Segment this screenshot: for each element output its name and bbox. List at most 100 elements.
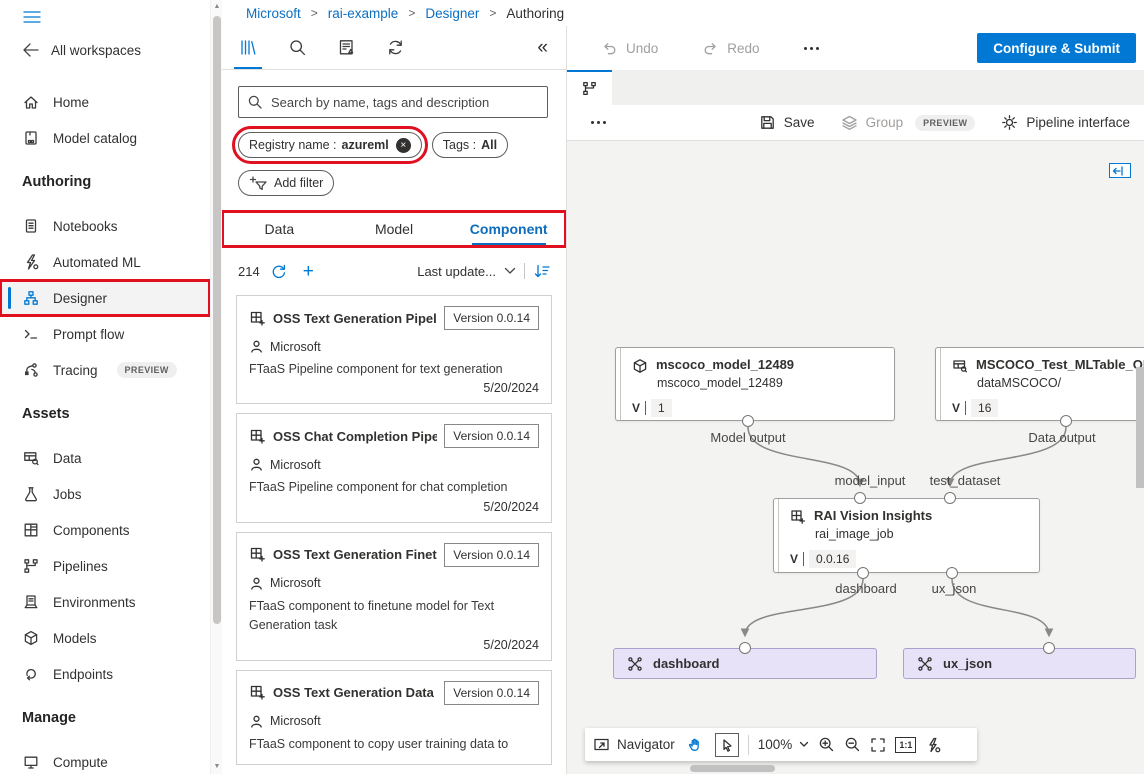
- sidebar-item-jobs[interactable]: Jobs: [0, 476, 210, 512]
- port-uxjson-node[interactable]: [1043, 642, 1055, 654]
- registry-filter-pill[interactable]: Registry name : azureml ×: [238, 132, 422, 158]
- breadcrumb-designer[interactable]: Designer: [425, 6, 479, 21]
- gear-icon: [1001, 114, 1018, 131]
- sort-by-label[interactable]: Last update...: [417, 264, 496, 279]
- hamburger-menu-icon[interactable]: [0, 0, 210, 26]
- add-filter-button[interactable]: Add filter: [238, 170, 334, 196]
- search-tab-icon[interactable]: [286, 34, 309, 61]
- sidebar-item-pipelines[interactable]: Pipelines: [0, 548, 210, 584]
- tab-component[interactable]: Component: [451, 211, 566, 247]
- node-mscoco-test-data[interactable]: MSCOCO_Test_MLTable_OD18 dataMSCOCO/ V16: [935, 347, 1144, 421]
- component-title: OSS Text Generation Pipeline: [273, 311, 437, 326]
- sidebar-item-environments[interactable]: Environments: [0, 584, 210, 620]
- group-button[interactable]: Group: [841, 114, 904, 131]
- component-card[interactable]: OSS Text Generation Finetune Version 0.0…: [236, 532, 552, 661]
- sidebar-item-label: Home: [53, 95, 89, 110]
- pipeline-tab[interactable]: [567, 70, 612, 105]
- node-uxjson-output[interactable]: ux_json: [903, 648, 1136, 679]
- results-row: 214 + Last update...: [238, 257, 550, 285]
- port-label-model-output: Model output: [710, 430, 785, 445]
- select-tool-icon[interactable]: [715, 733, 739, 757]
- data-icon: [22, 449, 40, 467]
- port-data-output[interactable]: [1060, 415, 1072, 427]
- sidebar-scrollbar[interactable]: ▲ ▼: [210, 0, 222, 774]
- asset-search[interactable]: [238, 86, 548, 118]
- sidebar-item-data[interactable]: Data: [0, 440, 210, 476]
- zoom-level-dropdown[interactable]: 100%: [758, 737, 810, 752]
- breadcrumb-microsoft[interactable]: Microsoft: [246, 6, 301, 21]
- port-dashboard[interactable]: [857, 567, 869, 579]
- port-model-input[interactable]: [854, 492, 866, 504]
- redo-button[interactable]: Redo: [702, 40, 759, 56]
- port-dashboard-node[interactable]: [739, 642, 751, 654]
- remove-filter-icon[interactable]: ×: [396, 138, 411, 153]
- auto-layout-icon[interactable]: [925, 737, 941, 753]
- tags-filter-pill[interactable]: Tags : All: [432, 132, 508, 158]
- component-card[interactable]: OSS Text Generation Pipeline Version 0.0…: [236, 295, 552, 404]
- node-mscoco-model[interactable]: mscoco_model_12489 mscoco_model_12489 V1: [615, 347, 895, 421]
- navigator-button[interactable]: Navigator: [593, 737, 675, 752]
- horizontal-scrollbar-thumb[interactable]: [690, 765, 775, 772]
- sidebar-item-compute[interactable]: Compute: [0, 744, 210, 774]
- more-options-icon[interactable]: [804, 47, 819, 50]
- all-workspaces-link[interactable]: All workspaces: [0, 34, 210, 66]
- actual-size-button[interactable]: 1:1: [895, 737, 916, 753]
- sidebar-item-components[interactable]: Components: [0, 512, 210, 548]
- open-right-panel-icon[interactable]: [1109, 163, 1131, 178]
- tab-data[interactable]: Data: [222, 211, 337, 247]
- zoom-level-value: 100%: [758, 737, 793, 752]
- configure-submit-button[interactable]: Configure & Submit: [977, 33, 1136, 63]
- refresh-tab-icon[interactable]: [384, 34, 407, 61]
- undo-button[interactable]: Undo: [601, 40, 658, 56]
- asset-library-tab-icon[interactable]: [236, 34, 260, 61]
- sidebar-item-models[interactable]: Models: [0, 620, 210, 656]
- search-input[interactable]: [271, 95, 539, 110]
- tags-filter-value: All: [481, 138, 497, 152]
- draft-validate-tab-icon[interactable]: [335, 34, 358, 61]
- layers-icon: [841, 114, 858, 131]
- left-nav: All workspaces Home Model catalog Author…: [0, 0, 210, 774]
- port-ux-json[interactable]: [946, 567, 958, 579]
- sidebar-item-automated-ml[interactable]: Automated ML: [0, 244, 210, 280]
- active-indicator: [8, 287, 11, 309]
- node-title: RAI Vision Insights: [814, 508, 932, 523]
- port-model-output[interactable]: [742, 415, 754, 427]
- sidebar-item-endpoints[interactable]: Endpoints: [0, 656, 210, 692]
- pipelines-icon: [22, 557, 40, 575]
- more-options-icon[interactable]: [591, 121, 606, 124]
- tags-filter-label: Tags :: [443, 138, 476, 152]
- chevron-down-icon[interactable]: [504, 267, 516, 275]
- pipeline-interface-button[interactable]: Pipeline interface: [1001, 114, 1130, 131]
- sidebar-item-tracing[interactable]: Tracing PREVIEW: [0, 352, 210, 388]
- zoom-out-icon[interactable]: [844, 736, 861, 753]
- sidebar-item-prompt-flow[interactable]: Prompt flow: [0, 316, 210, 352]
- scrollbar-thumb[interactable]: [213, 16, 221, 624]
- sidebar-item-notebooks[interactable]: Notebooks: [0, 208, 210, 244]
- port-test-dataset[interactable]: [944, 492, 956, 504]
- zoom-in-icon[interactable]: [818, 736, 835, 753]
- sidebar-item-designer[interactable]: Designer: [0, 280, 210, 316]
- pipeline-canvas[interactable]: mscoco_model_12489 mscoco_model_12489 V1…: [567, 141, 1144, 774]
- fit-to-screen-icon[interactable]: [870, 737, 886, 753]
- component-description: FTaaS Pipeline component for chat comple…: [249, 478, 539, 497]
- sort-order-icon[interactable]: [533, 263, 550, 279]
- vertical-scrollbar-thumb[interactable]: [1136, 367, 1144, 488]
- sidebar-item-home[interactable]: Home: [0, 84, 210, 120]
- collapse-panel-icon[interactable]: «: [537, 37, 548, 59]
- add-component-icon[interactable]: +: [303, 262, 314, 281]
- canvas-footer-toolbar: Navigator 100%: [585, 728, 977, 761]
- sidebar-item-model-catalog[interactable]: Model catalog: [0, 120, 210, 156]
- node-subtitle: rai_image_job: [815, 527, 1029, 541]
- component-card[interactable]: OSS Chat Completion Pipeline Version 0.0…: [236, 413, 552, 522]
- node-title: mscoco_model_12489: [656, 357, 794, 372]
- component-date: 5/20/2024: [249, 638, 539, 652]
- breadcrumb-rai-example[interactable]: rai-example: [328, 6, 399, 21]
- node-rai-vision-insights[interactable]: RAI Vision Insights rai_image_job V0.0.1…: [773, 498, 1040, 573]
- refresh-results-icon[interactable]: [270, 263, 287, 280]
- component-card[interactable]: OSS Text Generation Data Im... Version 0…: [236, 670, 552, 765]
- save-button[interactable]: Save: [759, 114, 815, 131]
- pan-tool-icon[interactable]: [684, 735, 706, 755]
- tracing-icon: [22, 361, 40, 379]
- node-version-badge: V1: [632, 399, 672, 417]
- tab-model[interactable]: Model: [337, 211, 452, 247]
